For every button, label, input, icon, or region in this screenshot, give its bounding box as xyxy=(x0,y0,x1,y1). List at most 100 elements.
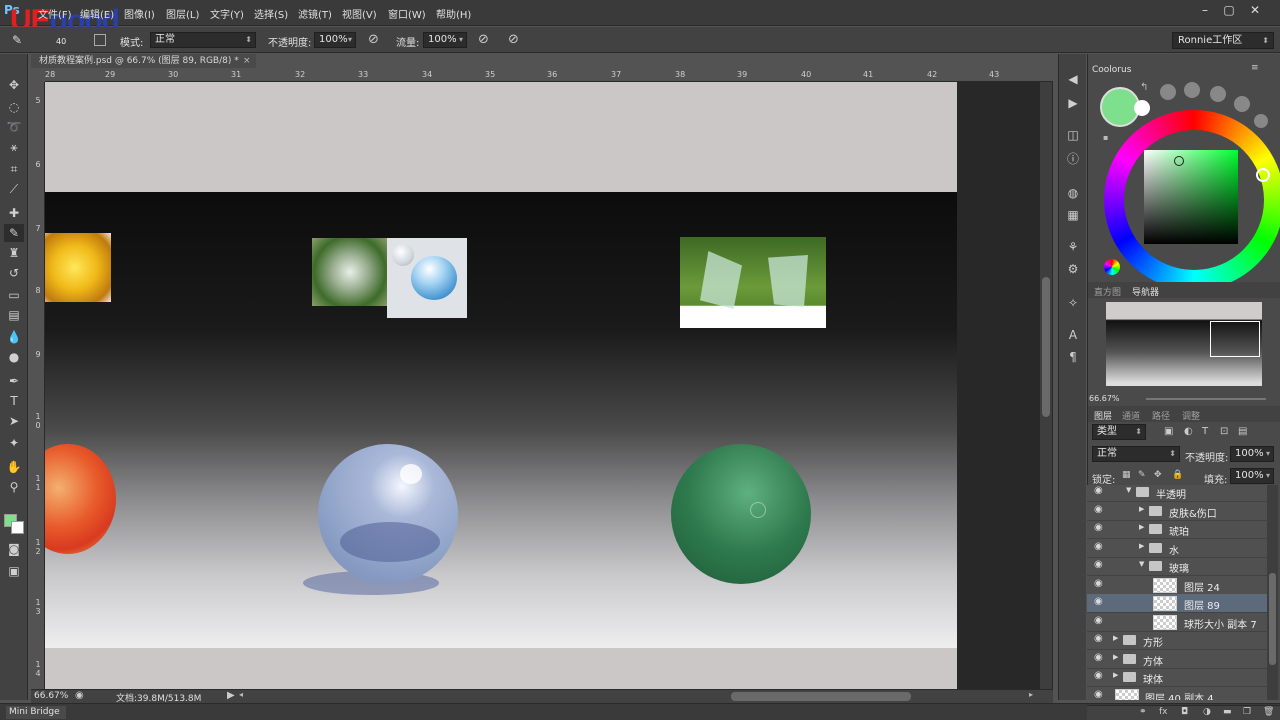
filter-adjustment-icon[interactable]: ◐ xyxy=(1184,426,1193,437)
lock-transparent-icon[interactable]: ▦ xyxy=(1122,470,1131,480)
color-preset-icon[interactable] xyxy=(1210,86,1226,102)
ruler-origin[interactable] xyxy=(31,68,45,82)
shape-tool-icon[interactable]: ✦ xyxy=(4,434,24,452)
blend-mode-dropdown[interactable]: 正常 ⬍ xyxy=(1092,446,1180,462)
lock-position-icon[interactable]: ✥ xyxy=(1154,470,1162,480)
close-tab-icon[interactable]: × xyxy=(243,54,251,68)
color-preset-icon[interactable] xyxy=(1160,84,1176,100)
path-selection-tool-icon[interactable]: ➤ xyxy=(4,412,24,430)
navigator-zoom[interactable]: 66.67% xyxy=(1089,394,1120,403)
brush-size[interactable]: 40 xyxy=(56,37,66,46)
new-group-icon[interactable]: ▬ xyxy=(1223,707,1232,717)
layer-row[interactable]: ◉ ▼ 半透明 xyxy=(1087,485,1267,502)
brush-tool-icon[interactable]: ✎ xyxy=(4,224,24,242)
reset-colors-icon[interactable]: ▪ xyxy=(1103,133,1108,142)
play-action-icon[interactable]: ▶ xyxy=(1063,94,1083,112)
gradient-tool-icon[interactable]: ▤ xyxy=(4,306,24,324)
navigator-preview[interactable] xyxy=(1106,302,1262,386)
panel-collapse-icon[interactable]: ≡ xyxy=(1251,63,1259,73)
layer-row[interactable]: ◉ ▶ 方形 xyxy=(1087,631,1267,650)
visibility-eye-icon[interactable]: ◉ xyxy=(1094,541,1103,552)
brush-panel-icon[interactable] xyxy=(94,34,106,46)
layer-row[interactable]: ◉ ▶ 球体 xyxy=(1087,668,1267,687)
quick-mask-icon[interactable]: ◙ xyxy=(4,540,24,558)
eraser-tool-icon[interactable]: ▭ xyxy=(4,286,24,304)
zoom-level[interactable]: 66.67% xyxy=(34,691,68,701)
brush-tool-icon[interactable]: ✎ xyxy=(12,33,22,47)
dodge-tool-icon[interactable]: ● xyxy=(4,348,24,366)
color-preset-icon[interactable] xyxy=(1234,96,1250,112)
saturation-brightness-square[interactable] xyxy=(1144,150,1238,244)
magic-wand-tool-icon[interactable]: ⚹ xyxy=(4,138,24,156)
horizontal-scroll-thumb[interactable] xyxy=(731,692,911,701)
layer-row[interactable]: ◉ ▶ 方体 xyxy=(1087,650,1267,669)
vertical-ruler[interactable]: 5 6 7 8 9 1 0 1 1 1 2 1 3 1 4 xyxy=(31,82,45,689)
swatches-panel-icon[interactable]: ◍ xyxy=(1063,184,1083,202)
character-panel-icon[interactable]: A xyxy=(1063,326,1083,344)
new-layer-icon[interactable]: ❐ xyxy=(1243,707,1251,717)
layer-row[interactable]: ◉ ▶ 琥珀 xyxy=(1087,520,1267,539)
lasso-tool-icon[interactable]: ➰ xyxy=(4,118,24,136)
vertical-scrollbar[interactable] xyxy=(1040,82,1052,689)
color-preset-icon[interactable] xyxy=(1254,114,1268,128)
tab-histogram[interactable]: 直方图 xyxy=(1094,285,1121,298)
collapse-group-icon[interactable]: ▼ xyxy=(1139,560,1144,568)
color-preset-icon[interactable] xyxy=(1184,82,1200,98)
menu-window[interactable]: 窗口(W) xyxy=(388,6,426,21)
pressure-size-icon[interactable]: ⊘ xyxy=(508,32,519,47)
layer-row[interactable]: ◉ ▶ 皮肤&伤口 xyxy=(1087,502,1267,521)
filter-type-icon[interactable]: T xyxy=(1202,426,1208,437)
brush-presets-icon[interactable]: ⚘ xyxy=(1063,238,1083,256)
navigator-view-box[interactable] xyxy=(1210,321,1260,357)
scroll-left-icon[interactable]: ◂ xyxy=(239,690,243,699)
menu-filter[interactable]: 滤镜(T) xyxy=(298,6,332,21)
clone-stamp-tool-icon[interactable]: ♜ xyxy=(4,244,24,262)
maximize-icon[interactable]: ▢ xyxy=(1218,2,1240,18)
tool-presets-icon[interactable]: ✧ xyxy=(1063,294,1083,312)
layer-row[interactable]: ◉ ▼ 玻璃 xyxy=(1087,557,1267,576)
visibility-eye-icon[interactable]: ◉ xyxy=(1094,504,1103,515)
layer-style-icon[interactable]: fx xyxy=(1159,707,1168,717)
close-icon[interactable]: ✕ xyxy=(1244,2,1266,18)
opacity-field[interactable]: 100% ▾ xyxy=(314,32,356,48)
tab-paths[interactable]: 路径 xyxy=(1152,409,1170,422)
layer-filter-dropdown[interactable]: 类型 ⬍ xyxy=(1092,424,1146,440)
airbrush-icon[interactable]: ⊘ xyxy=(478,32,489,47)
adjustment-layer-icon[interactable]: ◑ xyxy=(1203,707,1211,717)
layer-row[interactable]: ◉ 图层 24 xyxy=(1087,576,1267,595)
lock-all-icon[interactable]: 🔒 xyxy=(1172,470,1183,480)
layer-row[interactable]: ◉ ▶ 水 xyxy=(1087,539,1267,558)
workspace-dropdown[interactable]: Ronnie工作区 ⬍ xyxy=(1172,32,1274,49)
hue-ring[interactable] xyxy=(1104,110,1280,290)
coolorus-panel-title[interactable]: Coolorus xyxy=(1092,65,1131,75)
collapse-group-icon[interactable]: ▼ xyxy=(1126,486,1131,494)
crop-tool-icon[interactable]: ⌗ xyxy=(4,160,24,178)
clone-source-icon[interactable]: ⚙ xyxy=(1063,260,1083,278)
menu-file[interactable]: 文件(F) xyxy=(38,6,72,21)
delete-layer-icon[interactable]: 🗑 xyxy=(1263,707,1274,717)
visibility-eye-icon[interactable]: ◉ xyxy=(1094,670,1103,681)
hand-tool-icon[interactable]: ✋ xyxy=(4,458,24,476)
tab-channels[interactable]: 通道 xyxy=(1122,409,1140,422)
screen-mode-icon[interactable]: ▣ xyxy=(4,562,24,580)
layer-row[interactable]: ◉ 图层 40 副本 4 xyxy=(1087,687,1267,700)
menu-image[interactable]: 图像(I) xyxy=(124,6,155,21)
lock-pixels-icon[interactable]: ✎ xyxy=(1138,470,1146,480)
visibility-eye-icon[interactable]: ◉ xyxy=(1094,485,1103,496)
mode-dropdown[interactable]: 正常 ⬍ xyxy=(150,32,256,48)
visibility-eye-icon[interactable]: ◉ xyxy=(1094,559,1103,570)
tab-layers[interactable]: 图层 xyxy=(1094,409,1112,422)
menu-help[interactable]: 帮助(H) xyxy=(436,6,471,21)
visibility-eye-icon[interactable]: ◉ xyxy=(1094,615,1103,626)
expand-group-icon[interactable]: ▶ xyxy=(1113,653,1118,661)
type-tool-icon[interactable]: T xyxy=(4,392,24,410)
zoom-tool-icon[interactable]: ⚲ xyxy=(4,478,24,496)
menu-view[interactable]: 视图(V) xyxy=(342,6,377,21)
filter-shape-icon[interactable]: ⊡ xyxy=(1220,426,1228,437)
menu-edit[interactable]: 编辑(E) xyxy=(80,6,114,21)
layers-scrollbar[interactable] xyxy=(1267,485,1278,700)
tab-adjustments[interactable]: 调整 xyxy=(1182,409,1200,422)
swap-colors-icon[interactable]: ↰ xyxy=(1140,82,1148,93)
paragraph-panel-icon[interactable]: ¶ xyxy=(1063,348,1083,366)
expand-group-icon[interactable]: ▶ xyxy=(1139,523,1144,531)
